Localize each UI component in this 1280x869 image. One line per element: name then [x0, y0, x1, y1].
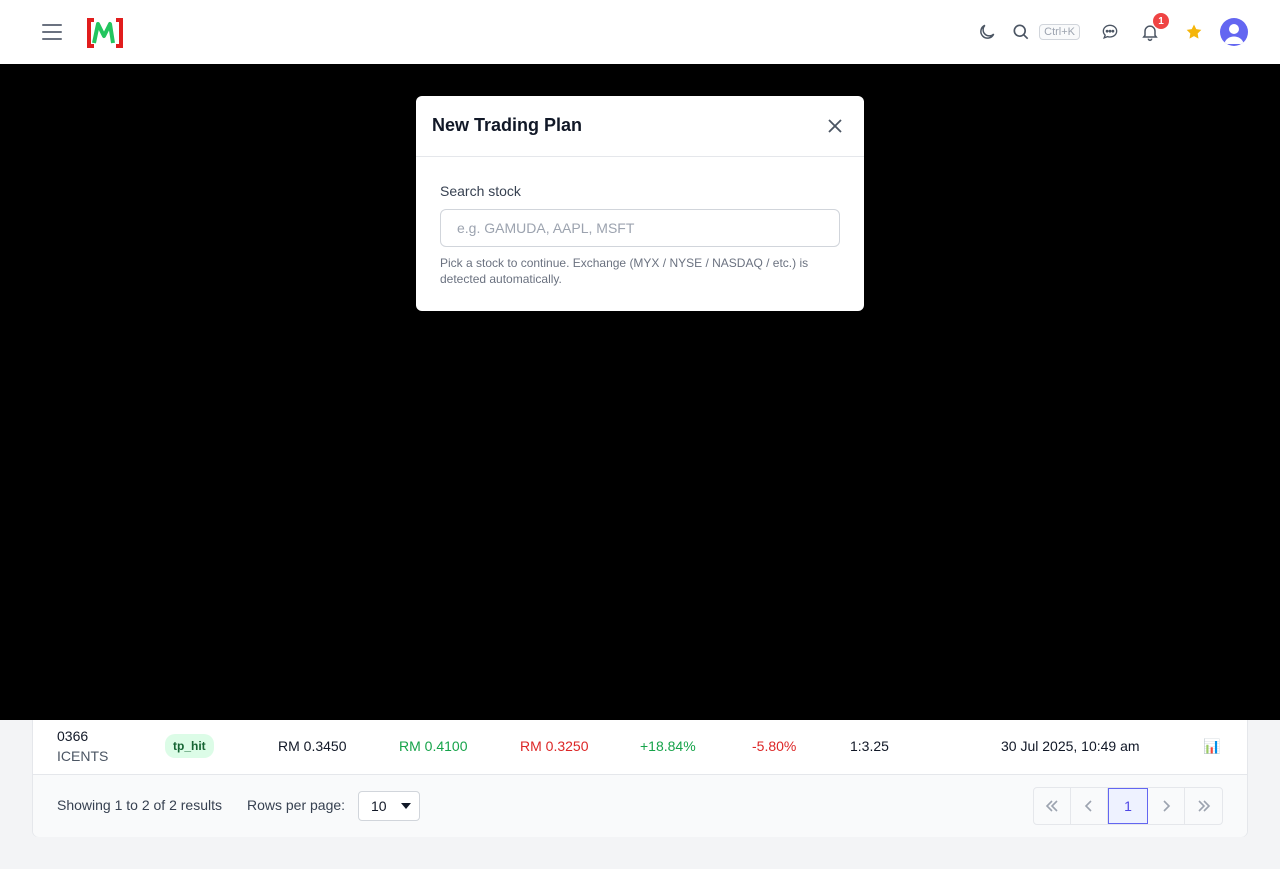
search-help-text: Pick a stock to continue. Exchange (MYX … [440, 256, 809, 286]
pagination: 1 [1033, 787, 1223, 825]
notifications-bell-icon[interactable]: 1 [1138, 13, 1169, 44]
search-shortcut-hint: Ctrl+K [1039, 24, 1080, 40]
entry-price: RM 0.3450 [278, 738, 347, 754]
search-stock-input[interactable] [440, 209, 840, 247]
chart-icon[interactable]: 📊 [1203, 717, 1220, 775]
risk-reward-ratio: 1:3.25 [850, 738, 889, 754]
stock-code: 0366 [57, 728, 89, 744]
dark-mode-toggle-icon[interactable] [975, 20, 999, 44]
search-icon[interactable] [1009, 20, 1033, 44]
first-page-button[interactable] [1034, 788, 1071, 824]
top-navbar: Ctrl+K 1 [0, 0, 1280, 64]
take-profit-price: RM 0.4100 [399, 738, 468, 754]
table-footer: Showing 1 to 2 of 2 results Rows per pag… [33, 775, 1247, 837]
favorites-star-icon[interactable] [1182, 20, 1206, 44]
status-badge: tp_hit [165, 734, 214, 758]
stock-name: ICENTS [57, 748, 109, 764]
next-page-button[interactable] [1148, 788, 1185, 824]
stock-cell: 0366 ICENTS [57, 717, 108, 775]
close-icon[interactable] [826, 117, 844, 135]
table-row[interactable]: 0366 ICENTS tp_hit RM 0.3450 RM 0.4100 R… [33, 717, 1247, 775]
previous-page-button[interactable] [1071, 788, 1108, 824]
page-number-current[interactable]: 1 [1108, 788, 1148, 824]
results-summary: Showing 1 to 2 of 2 results [57, 797, 222, 813]
rows-per-page-value: 10 [371, 798, 387, 814]
notification-count-badge: 1 [1153, 13, 1169, 29]
stop-loss-price: RM 0.3250 [520, 738, 589, 754]
app-logo[interactable] [84, 16, 126, 50]
search-stock-label: Search stock [440, 183, 521, 199]
rows-per-page-select[interactable]: 10 [358, 791, 420, 821]
navbar-actions: Ctrl+K 1 [975, 13, 1248, 48]
user-avatar[interactable] [1220, 18, 1248, 46]
status-cell: tp_hit [165, 717, 214, 775]
menu-toggle-icon[interactable] [40, 20, 64, 44]
modal-header: New Trading Plan [416, 96, 864, 157]
chat-icon[interactable] [1098, 20, 1122, 44]
rows-per-page-label: Rows per page: [247, 797, 346, 813]
gain-percent: +18.84% [640, 738, 696, 754]
loss-percent: -5.80% [752, 738, 797, 754]
new-trading-plan-modal: New Trading Plan Search stock Pick a sto… [416, 96, 864, 311]
modal-title: New Trading Plan [432, 115, 583, 135]
chevron-down-icon [401, 803, 411, 809]
last-page-button[interactable] [1185, 788, 1222, 824]
created-date: 30 Jul 2025, 10:49 am [1001, 738, 1140, 754]
